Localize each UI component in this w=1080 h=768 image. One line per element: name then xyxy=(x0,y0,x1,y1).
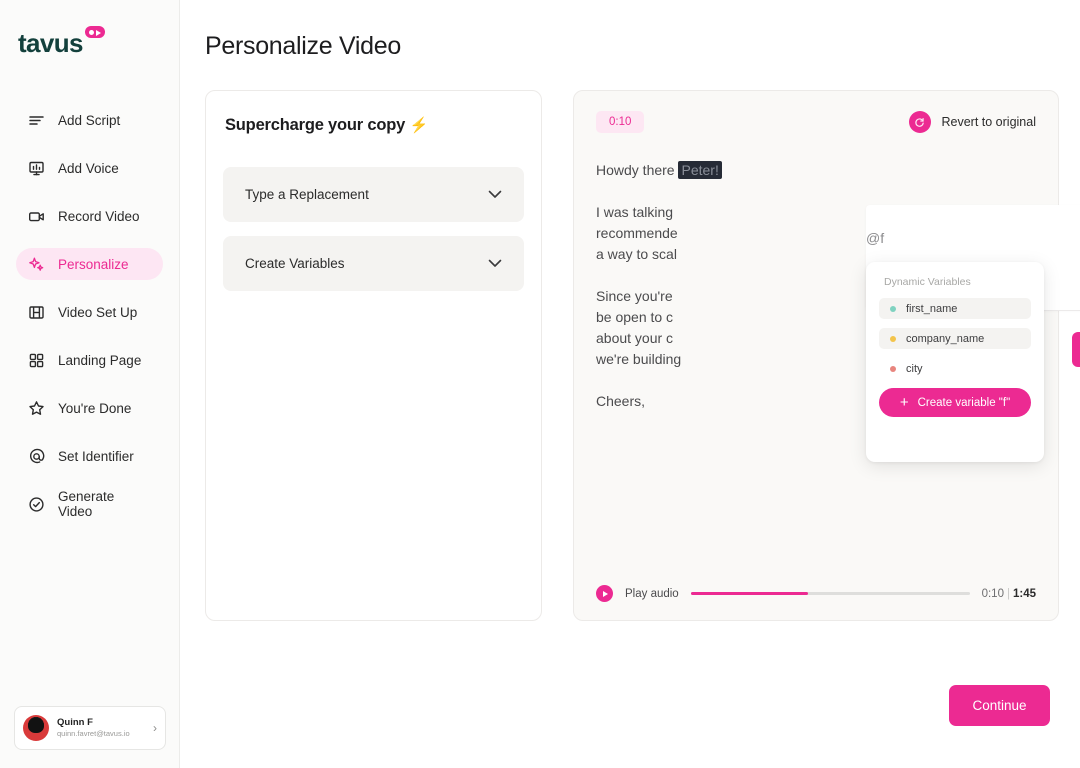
lightning-bolt-icon: ⚡ xyxy=(409,117,429,134)
audio-progress-track[interactable] xyxy=(690,592,970,595)
script-editor-toolbar: 0:10 Revert to original xyxy=(596,111,1036,133)
highlighted-variable-token[interactable]: Peter! xyxy=(678,161,722,179)
supercharge-card: Supercharge your copy ⚡ Type a Replaceme… xyxy=(205,90,542,621)
accordion-list: Type a Replacement Create Variables xyxy=(223,167,524,291)
profile-name: Quinn F xyxy=(57,717,93,729)
plus-icon: + xyxy=(899,394,909,411)
sidebar-item-add-voice[interactable]: Add Voice xyxy=(16,152,163,184)
variable-option-first-name[interactable]: first_name xyxy=(879,298,1031,319)
play-icon[interactable] xyxy=(596,585,613,602)
script-greeting: Howdy there Peter! xyxy=(596,160,1036,181)
script-line: about your c xyxy=(596,330,674,346)
logo-text: tavus xyxy=(18,28,84,58)
main-content: Personalize Video Supercharge your copy … xyxy=(180,0,1080,768)
sidebar-item-label: Record Video xyxy=(58,208,140,224)
play-audio-label: Play audio xyxy=(625,587,679,600)
revert-label: Revert to original xyxy=(941,115,1037,129)
sidebar-item-label: Add Script xyxy=(58,112,121,128)
film-icon xyxy=(28,304,45,321)
script-line: recommende xyxy=(596,225,678,241)
sidebar-item-label: Set Identifier xyxy=(58,448,134,464)
accordion-type-a-replacement[interactable]: Type a Replacement xyxy=(223,167,524,222)
dynamic-variables-dropdown: Dynamic Variables first_name company_nam… xyxy=(866,262,1044,462)
star-icon xyxy=(28,400,45,417)
grid-icon xyxy=(28,352,45,369)
duration-badge: 0:10 xyxy=(596,111,645,133)
sidebar-item-label: You're Done xyxy=(58,400,132,416)
sidebar-item-label: Video Set Up xyxy=(58,304,138,320)
audio-player: Play audio 0:10 | 1:45 xyxy=(596,585,1036,602)
script-line: a way to scal xyxy=(596,246,677,262)
profile-text: Quinn F quinn.favret@tavus.io xyxy=(57,717,145,739)
script-line: Since you're xyxy=(596,288,673,304)
logo-play-badge-icon xyxy=(84,26,105,38)
continue-button[interactable]: Continue xyxy=(949,685,1050,726)
variable-label: city xyxy=(906,362,923,375)
page-title: Personalize Video xyxy=(205,32,401,60)
time-separator: | xyxy=(1006,587,1010,600)
at-icon xyxy=(28,448,45,465)
greeting-text: Howdy there xyxy=(596,162,675,178)
variable-option-city[interactable]: city xyxy=(879,358,1031,379)
accordion-label: Type a Replacement xyxy=(245,187,369,202)
sidebar-item-add-script[interactable]: Add Script xyxy=(16,104,163,136)
create-variable-button[interactable]: + Create variable "f" xyxy=(879,388,1031,417)
sidebar-item-label: Add Voice xyxy=(58,160,119,176)
sidebar-item-generate-video[interactable]: Generate Video xyxy=(16,488,163,520)
user-profile-card[interactable]: Quinn F quinn.favret@tavus.io › xyxy=(14,706,166,750)
lines-icon xyxy=(28,112,45,129)
audio-timestamps: 0:10 | 1:45 xyxy=(982,588,1036,600)
sidebar-item-label: Personalize xyxy=(58,256,129,272)
variable-label: company_name xyxy=(906,332,985,345)
supercharge-title: Supercharge your copy ⚡ xyxy=(225,116,524,135)
supercharge-title-text: Supercharge your copy xyxy=(225,116,406,134)
total-time: 1:45 xyxy=(1012,587,1036,600)
dynamic-variables-title: Dynamic Variables xyxy=(884,276,971,288)
popup-continue-button[interactable]: Continue xyxy=(1072,332,1080,367)
create-variable-label: Create variable "f" xyxy=(917,396,1011,409)
revert-to-original-button[interactable]: Revert to original xyxy=(908,111,1037,133)
variable-color-dot xyxy=(890,365,896,372)
waveform-icon xyxy=(28,160,45,177)
sparkles-icon xyxy=(28,256,45,273)
sidebar-item-label: Generate Video xyxy=(58,489,115,519)
app-root: tavus Add Script Add Voice Record Video … xyxy=(0,0,1080,768)
sidebar-item-video-set-up[interactable]: Video Set Up xyxy=(16,296,163,328)
sidebar-item-personalize[interactable]: Personalize xyxy=(16,248,163,280)
script-line: be open to c xyxy=(596,309,674,325)
script-line: we're building xyxy=(596,351,682,367)
chevron-down-icon[interactable] xyxy=(488,186,502,204)
mention-query-token: @f xyxy=(866,230,885,246)
sidebar-item-youre-done[interactable]: You're Done xyxy=(16,392,163,424)
chevron-right-icon[interactable]: › xyxy=(153,721,157,735)
tavus-logo[interactable]: tavus xyxy=(18,26,105,58)
avatar xyxy=(23,715,49,741)
check-circle-icon xyxy=(28,496,45,513)
profile-email: quinn.favret@tavus.io xyxy=(57,729,130,739)
accordion-label: Create Variables xyxy=(245,256,345,271)
video-camera-icon xyxy=(28,208,45,225)
sidebar-nav: Add Script Add Voice Record Video Person… xyxy=(0,104,179,536)
sidebar: tavus Add Script Add Voice Record Video … xyxy=(0,0,180,768)
variable-color-dot xyxy=(890,335,896,342)
variable-color-dot xyxy=(890,305,896,312)
sidebar-item-set-identifier[interactable]: Set Identifier xyxy=(16,440,163,472)
current-time: 0:10 xyxy=(981,587,1004,600)
variable-option-company-name[interactable]: company_name xyxy=(879,328,1031,349)
sidebar-item-label: Landing Page xyxy=(58,352,142,368)
sidebar-item-record-video[interactable]: Record Video xyxy=(16,200,163,232)
audio-progress-fill xyxy=(690,592,808,595)
revert-icon xyxy=(908,111,931,133)
sidebar-item-landing-page[interactable]: Landing Page xyxy=(16,344,163,376)
chevron-down-icon[interactable] xyxy=(488,255,502,273)
variable-label: first_name xyxy=(906,302,958,315)
accordion-create-variables[interactable]: Create Variables xyxy=(223,236,524,291)
script-line: I was talking xyxy=(596,204,674,220)
